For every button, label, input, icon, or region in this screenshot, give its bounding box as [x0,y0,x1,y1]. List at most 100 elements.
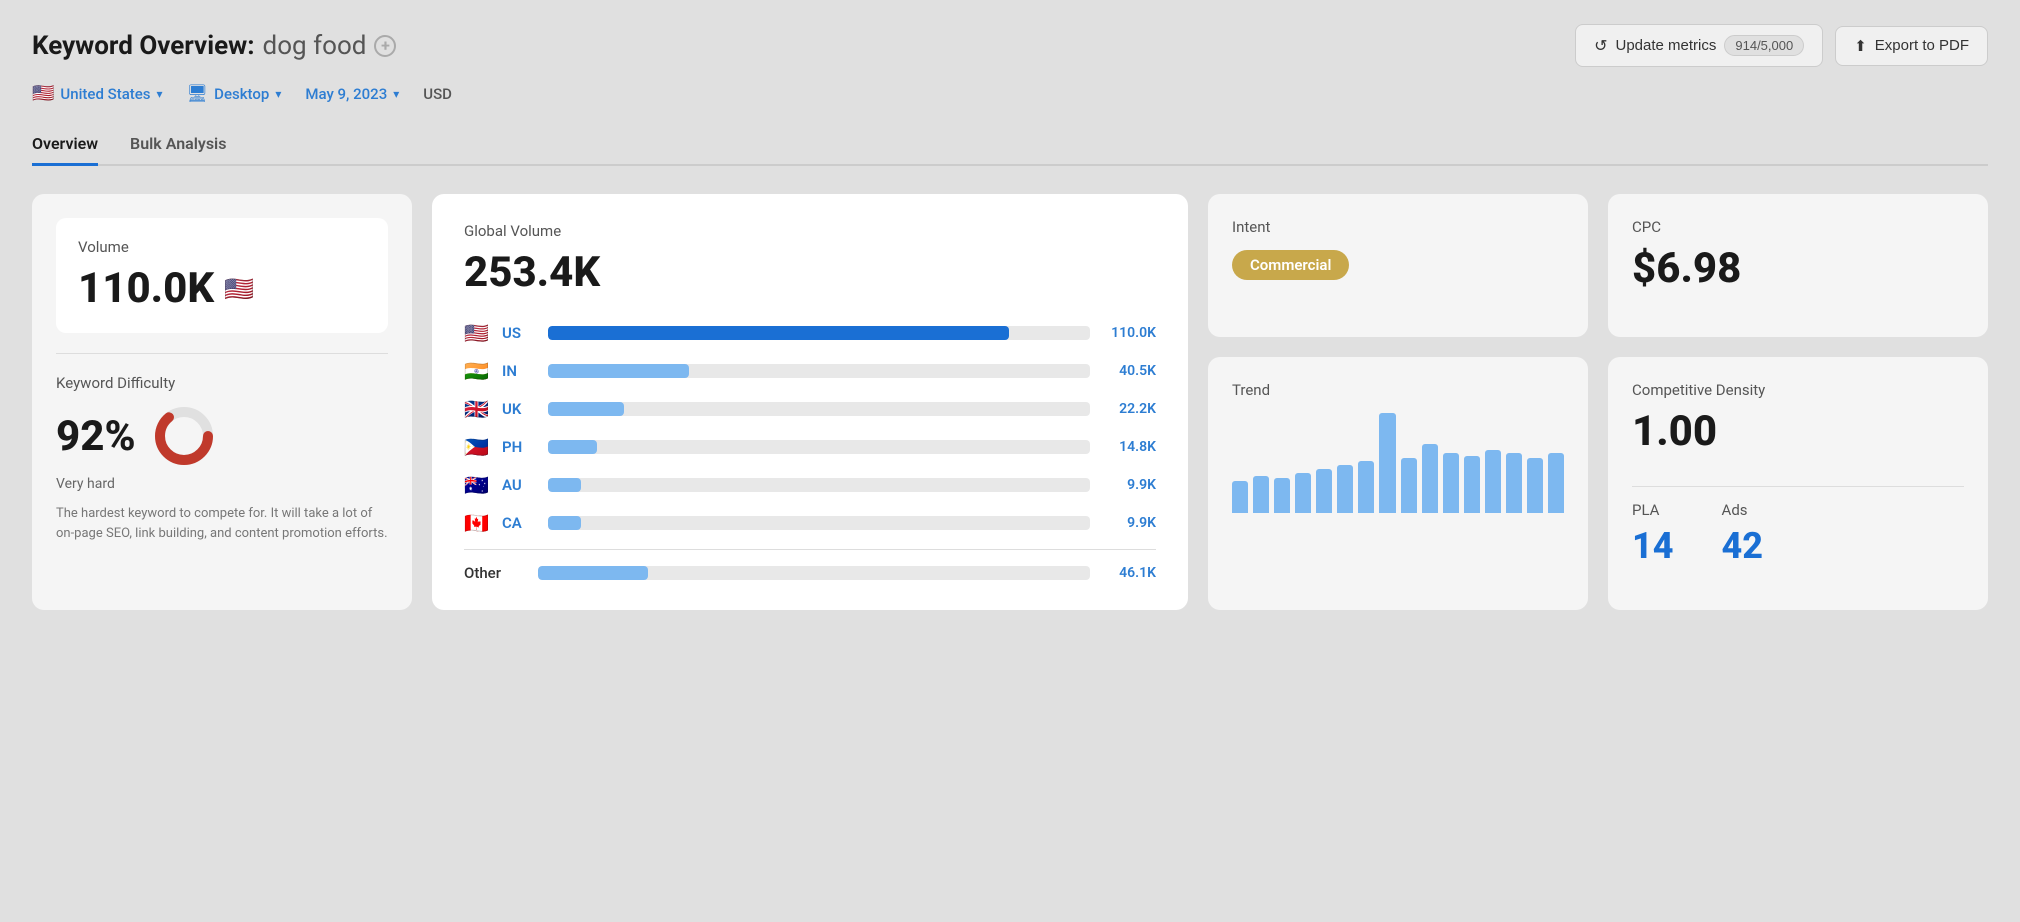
in-code: IN [502,362,538,380]
trend-bar-6 [1358,461,1374,512]
pla-value: 14 [1632,525,1674,567]
country-label: United States [60,85,150,103]
other-label: Other [464,564,528,582]
trend-bar-11 [1464,456,1480,513]
filters-bar: 🇺🇸 United States ▾ 🖥 Desktop ▾ May 9, 20… [32,83,1988,104]
export-pdf-button[interactable]: ⬆ Export to PDF [1835,26,1988,66]
header-actions: ↺ Update metrics 914/5,000 ⬆ Export to P… [1575,24,1988,67]
global-volume-label: Global Volume [464,222,1156,240]
au-flag: 🇦🇺 [464,473,492,497]
cpc-card: CPC $6.98 [1608,194,1988,337]
trend-bar-3 [1295,473,1311,513]
pla-ads-row: PLA 14 Ads 42 [1632,501,1964,567]
date-filter[interactable]: May 9, 2023 ▾ [305,85,399,103]
page-header: Keyword Overview: dog food + ↺ Update me… [32,24,1988,67]
ca-bar [548,516,581,530]
us-bar [548,326,1009,340]
uk-bar-container [548,402,1090,416]
us-flag-icon: 🇺🇸 [224,275,254,303]
volume-top-section: Volume 110.0K 🇺🇸 [56,218,388,333]
intent-label: Intent [1232,218,1564,236]
country-row-uk: 🇬🇧 UK 22.2K [464,397,1156,421]
cd-label: Competitive Density [1632,381,1964,399]
page-title: Keyword Overview: dog food + [32,31,396,61]
monitor-icon: 🖥 [187,84,209,104]
other-row: Other 46.1K [464,549,1156,582]
trend-bar-14 [1527,458,1543,513]
au-bar-container [548,478,1090,492]
ads-value: 42 [1722,525,1764,567]
uk-bar [548,402,624,416]
pla-item: PLA 14 [1632,501,1674,567]
pla-label: PLA [1632,501,1674,519]
au-value: 9.9K [1100,477,1156,493]
kd-label: Keyword Difficulty [56,374,388,392]
date-chevron-icon: ▾ [393,87,399,101]
volume-label: Volume [78,238,366,256]
kd-value: 92% [56,412,136,461]
uk-code: UK [502,400,538,418]
tab-overview[interactable]: Overview [32,124,98,166]
global-volume-value: 253.4K [464,248,1156,297]
country-row-ph: 🇵🇭 PH 14.8K [464,435,1156,459]
trend-chart [1232,413,1564,513]
device-chevron-icon: ▾ [275,87,281,101]
title-prefix: Keyword Overview: [32,31,255,61]
other-value: 46.1K [1100,565,1156,581]
ads-item: Ads 42 [1722,501,1764,567]
trend-bar-5 [1337,465,1353,513]
au-code: AU [502,476,538,494]
trend-bar-9 [1422,444,1438,512]
cards-grid: Volume 110.0K 🇺🇸 Keyword Difficulty 92% … [32,194,1988,610]
other-bar-container [538,566,1090,580]
country-filter[interactable]: 🇺🇸 United States ▾ [32,83,163,104]
in-bar-container [548,364,1090,378]
trend-label: Trend [1232,381,1564,399]
country-row-us: 🇺🇸 US 110.0K [464,321,1156,345]
trend-bar-0 [1232,481,1248,513]
kd-hard-label: Very hard [56,476,388,492]
global-volume-card: Global Volume 253.4K 🇺🇸 US 110.0K 🇮🇳 IN … [432,194,1188,610]
ph-code: PH [502,438,538,456]
us-bar-container [548,326,1090,340]
kd-description: The hardest keyword to compete for. It w… [56,504,388,543]
export-icon: ⬆ [1854,37,1867,55]
ca-flag: 🇨🇦 [464,511,492,535]
country-chevron-icon: ▾ [157,87,163,101]
us-code: US [502,324,538,342]
country-row-in: 🇮🇳 IN 40.5K [464,359,1156,383]
kd-row: 92% [56,404,388,468]
trend-bar-1 [1253,476,1269,512]
country-flag: 🇺🇸 [32,83,54,104]
us-flag: 🇺🇸 [464,321,492,345]
currency-label: USD [423,85,452,103]
intent-card: Intent Commercial [1208,194,1588,337]
device-filter[interactable]: 🖥 Desktop ▾ [187,84,282,104]
kd-donut-chart [152,404,216,468]
trend-bar-2 [1274,478,1290,512]
update-metrics-label: Update metrics [1616,37,1717,54]
trend-bar-13 [1506,453,1522,512]
trend-bar-8 [1401,458,1417,513]
uk-value: 22.2K [1100,401,1156,417]
in-value: 40.5K [1100,363,1156,379]
tab-bulk-analysis[interactable]: Bulk Analysis [130,124,226,166]
device-label: Desktop [214,85,269,103]
tabs-bar: Overview Bulk Analysis [32,124,1988,166]
update-metrics-button[interactable]: ↺ Update metrics 914/5,000 [1575,24,1823,67]
country-row-ca: 🇨🇦 CA 9.9K [464,511,1156,535]
in-flag: 🇮🇳 [464,359,492,383]
ca-code: CA [502,514,538,532]
trend-bar-4 [1316,469,1332,512]
volume-card: Volume 110.0K 🇺🇸 Keyword Difficulty 92% … [32,194,412,610]
country-row-au: 🇦🇺 AU 9.9K [464,473,1156,497]
ph-flag: 🇵🇭 [464,435,492,459]
date-label: May 9, 2023 [305,85,387,103]
keyword-text: dog food [263,31,367,61]
add-keyword-icon[interactable]: + [374,35,396,57]
volume-value: 110.0K 🇺🇸 [78,264,366,313]
ph-value: 14.8K [1100,439,1156,455]
refresh-icon: ↺ [1594,36,1607,56]
trend-card: Trend [1208,357,1588,611]
other-bar [538,566,648,580]
